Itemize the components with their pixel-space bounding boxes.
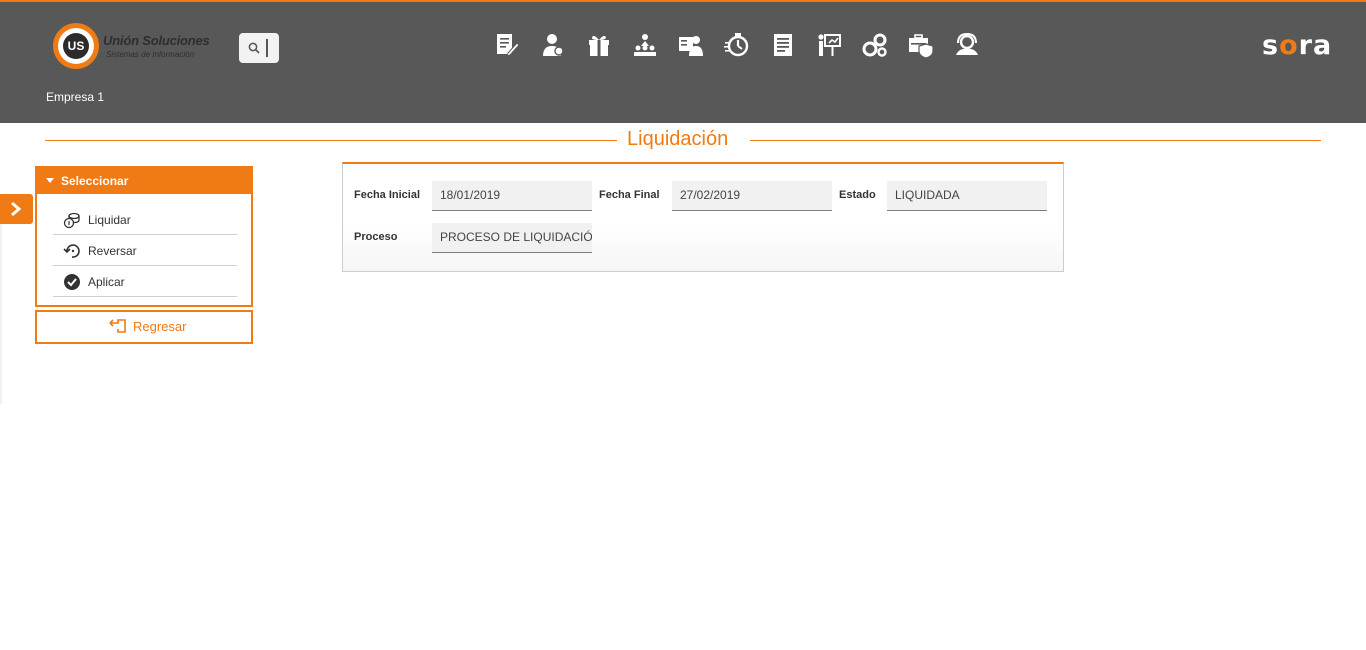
- action-liquidar[interactable]: Liquidar: [53, 204, 237, 235]
- proceso-label: Proceso: [354, 231, 398, 243]
- estado-field[interactable]: LIQUIDADA: [887, 181, 1047, 211]
- support-icon[interactable]: [953, 31, 981, 59]
- brand-part: ra: [1298, 30, 1333, 61]
- presentation-icon[interactable]: [815, 31, 843, 59]
- actions-panel: Seleccionar Liquidar Reversar Aplicar: [35, 166, 253, 307]
- document-edit-icon[interactable]: [493, 31, 521, 59]
- action-label: Liquidar: [88, 213, 131, 227]
- brand-logo: sora: [1262, 30, 1332, 61]
- report-icon[interactable]: [769, 31, 797, 59]
- proceso-field[interactable]: PROCESO DE LIQUIDACIÓN: [432, 223, 592, 253]
- back-button-label: Regresar: [133, 319, 187, 334]
- fecha-inicial-field[interactable]: 18/01/2019: [432, 181, 592, 211]
- liquidation-form: Fecha Inicial 18/01/2019 Fecha Final 27/…: [342, 162, 1064, 272]
- person-icon[interactable]: [539, 31, 567, 59]
- search-icon: [248, 42, 260, 54]
- shield-case-icon[interactable]: [907, 31, 935, 59]
- coins-icon: [63, 212, 80, 229]
- logo-title: Unión Soluciones: [103, 33, 210, 48]
- estado-label: Estado: [839, 189, 876, 201]
- action-reversar[interactable]: Reversar: [53, 235, 237, 266]
- return-icon: [109, 319, 126, 333]
- gears-icon[interactable]: [861, 31, 889, 59]
- chevron-right-icon: [11, 201, 22, 217]
- check-circle-icon: [64, 274, 80, 290]
- hierarchy-icon[interactable]: [631, 31, 659, 59]
- title-divider-left: [45, 140, 617, 141]
- fecha-inicial-label: Fecha Inicial: [354, 189, 421, 201]
- search-cursor: [266, 39, 268, 57]
- sidebar-toggle-button[interactable]: [0, 194, 33, 224]
- sidebar-edge: [0, 224, 3, 404]
- page-title: Liquidación: [627, 128, 729, 150]
- top-header: US Unión Soluciones Sistemas de Informac…: [0, 0, 1366, 123]
- actions-panel-header[interactable]: Seleccionar: [37, 168, 251, 194]
- logo-subtitle: Sistemas de Información: [106, 50, 195, 59]
- actions-panel-title: Seleccionar: [61, 174, 129, 188]
- fecha-final-field[interactable]: 27/02/2019: [672, 181, 832, 211]
- company-name: Empresa 1: [46, 90, 105, 104]
- user-card-icon[interactable]: [677, 31, 705, 59]
- logo-mark: US: [63, 33, 89, 59]
- undo-icon: [63, 244, 80, 258]
- title-divider-right: [750, 140, 1321, 141]
- search-button[interactable]: [239, 33, 279, 63]
- action-label: Reversar: [88, 244, 137, 258]
- brand-part: s: [1262, 30, 1280, 61]
- action-aplicar[interactable]: Aplicar: [53, 266, 237, 297]
- gift-icon[interactable]: [585, 31, 613, 59]
- caret-down-icon: [46, 178, 54, 183]
- timer-icon[interactable]: [723, 31, 751, 59]
- back-button[interactable]: Regresar: [35, 310, 253, 344]
- company-logo[interactable]: US Unión Soluciones Sistemas de Informac…: [53, 23, 223, 69]
- action-label: Aplicar: [88, 275, 125, 289]
- brand-accent: o: [1279, 30, 1299, 61]
- fecha-final-label: Fecha Final: [599, 189, 660, 201]
